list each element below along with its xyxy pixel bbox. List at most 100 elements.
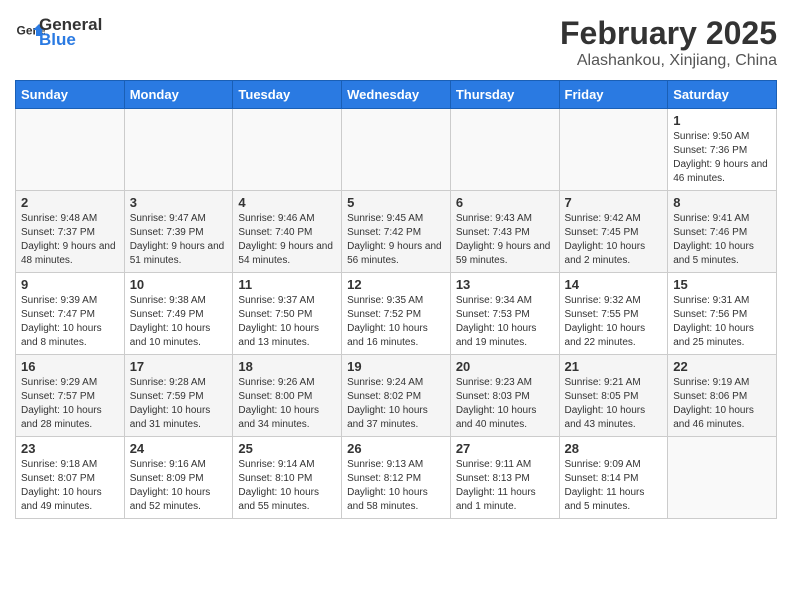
day-info: Sunrise: 9:46 AM Sunset: 7:40 PM Dayligh… bbox=[238, 212, 336, 268]
page-header: General General Blue February 2025 Alash… bbox=[15, 15, 777, 70]
calendar-day: 27 Sunrise: 9:11 AM Sunset: 8:13 PM Dayli… bbox=[450, 437, 559, 519]
day-info: Sunrise: 9:48 AM Sunset: 7:37 PM Dayligh… bbox=[21, 212, 119, 268]
day-number: 23 bbox=[21, 441, 119, 456]
logo: General General Blue bbox=[15, 15, 102, 50]
calendar-day: 6 Sunrise: 9:43 AM Sunset: 7:43 PM Daylig… bbox=[450, 191, 559, 273]
day-number: 24 bbox=[130, 441, 228, 456]
calendar-day: 26 Sunrise: 9:13 AM Sunset: 8:12 PM Dayli… bbox=[342, 437, 451, 519]
calendar-day: 16 Sunrise: 9:29 AM Sunset: 7:57 PM Dayli… bbox=[16, 355, 125, 437]
calendar-day: 8 Sunrise: 9:41 AM Sunset: 7:46 PM Daylig… bbox=[668, 191, 777, 273]
day-info: Sunrise: 9:47 AM Sunset: 7:39 PM Dayligh… bbox=[130, 212, 228, 268]
day-number: 12 bbox=[347, 277, 445, 292]
calendar-week-1: 1 Sunrise: 9:50 AM Sunset: 7:36 PM Daylig… bbox=[16, 109, 777, 191]
calendar-day: 13Sunrise: 9:34 AM Sunset: 7:53 PM Dayli… bbox=[450, 273, 559, 355]
day-number: 2 bbox=[21, 195, 119, 210]
day-number: 20 bbox=[456, 359, 554, 374]
calendar-day: 1 Sunrise: 9:50 AM Sunset: 7:36 PM Daylig… bbox=[668, 109, 777, 191]
calendar-day: 21 Sunrise: 9:21 AM Sunset: 8:05 PM Dayli… bbox=[559, 355, 668, 437]
day-number: 9 bbox=[21, 277, 119, 292]
calendar-day: 28Sunrise: 9:09 AM Sunset: 8:14 PM Dayli… bbox=[559, 437, 668, 519]
calendar-day: 14 Sunrise: 9:32 AM Sunset: 7:55 PM Dayli… bbox=[559, 273, 668, 355]
calendar-day: 2 Sunrise: 9:48 AM Sunset: 7:37 PM Daylig… bbox=[16, 191, 125, 273]
day-info: Sunrise: 9:19 AM Sunset: 8:06 PM Dayligh… bbox=[673, 376, 771, 432]
day-info: Sunrise: 9:39 AM Sunset: 7:47 PM Dayligh… bbox=[21, 294, 119, 350]
calendar-week-5: 23 Sunrise: 9:18 AM Sunset: 8:07 PM Dayli… bbox=[16, 437, 777, 519]
day-info: Sunrise: 9:23 AM Sunset: 8:03 PM Dayligh… bbox=[456, 376, 554, 432]
day-number: 11 bbox=[238, 277, 336, 292]
calendar-day: 3 Sunrise: 9:47 AM Sunset: 7:39 PM Daylig… bbox=[124, 191, 233, 273]
calendar-day bbox=[342, 109, 451, 191]
calendar-day: 17 Sunrise: 9:28 AM Sunset: 7:59 PM Dayli… bbox=[124, 355, 233, 437]
day-info: Sunrise: 9:24 AM Sunset: 8:02 PM Dayligh… bbox=[347, 376, 445, 432]
calendar-day: 18 Sunrise: 9:26 AM Sunset: 8:00 PM Dayli… bbox=[233, 355, 342, 437]
day-info: Sunrise: 9:16 AM Sunset: 8:09 PM Dayligh… bbox=[130, 458, 228, 514]
calendar-day: 24 Sunrise: 9:16 AM Sunset: 8:09 PM Dayli… bbox=[124, 437, 233, 519]
day-number: 22 bbox=[673, 359, 771, 374]
calendar-day bbox=[124, 109, 233, 191]
calendar-day bbox=[450, 109, 559, 191]
day-number: 27 bbox=[456, 441, 554, 456]
weekday-header-row: SundayMondayTuesdayWednesdayThursdayFrid… bbox=[16, 81, 777, 109]
day-number: 3 bbox=[130, 195, 228, 210]
calendar-day bbox=[233, 109, 342, 191]
day-number: 18 bbox=[238, 359, 336, 374]
calendar-table: SundayMondayTuesdayWednesdayThursdayFrid… bbox=[15, 80, 777, 519]
day-info: Sunrise: 9:31 AM Sunset: 7:56 PM Dayligh… bbox=[673, 294, 771, 350]
day-info: Sunrise: 9:11 AM Sunset: 8:13 PM Dayligh… bbox=[456, 458, 554, 514]
day-number: 25 bbox=[238, 441, 336, 456]
calendar-day: 15 Sunrise: 9:31 AM Sunset: 7:56 PM Dayli… bbox=[668, 273, 777, 355]
day-info: Sunrise: 9:26 AM Sunset: 8:00 PM Dayligh… bbox=[238, 376, 336, 432]
logo-blue: Blue bbox=[39, 30, 102, 50]
calendar-day: 19 Sunrise: 9:24 AM Sunset: 8:02 PM Dayli… bbox=[342, 355, 451, 437]
day-info: Sunrise: 9:13 AM Sunset: 8:12 PM Dayligh… bbox=[347, 458, 445, 514]
day-number: 10 bbox=[130, 277, 228, 292]
calendar-day: 23 Sunrise: 9:18 AM Sunset: 8:07 PM Dayli… bbox=[16, 437, 125, 519]
day-info: Sunrise: 9:43 AM Sunset: 7:43 PM Dayligh… bbox=[456, 212, 554, 268]
day-number: 19 bbox=[347, 359, 445, 374]
day-info: Sunrise: 9:45 AM Sunset: 7:42 PM Dayligh… bbox=[347, 212, 445, 268]
day-number: 26 bbox=[347, 441, 445, 456]
month-year: February 2025 bbox=[560, 15, 777, 52]
calendar-week-4: 16 Sunrise: 9:29 AM Sunset: 7:57 PM Dayli… bbox=[16, 355, 777, 437]
day-number: 16 bbox=[21, 359, 119, 374]
weekday-header-sunday: Sunday bbox=[16, 81, 125, 109]
day-number: 14 bbox=[565, 277, 663, 292]
calendar-day: 20 Sunrise: 9:23 AM Sunset: 8:03 PM Dayli… bbox=[450, 355, 559, 437]
calendar-day: 10 Sunrise: 9:38 AM Sunset: 7:49 PM Dayli… bbox=[124, 273, 233, 355]
title-area: February 2025 Alashankou, Xinjiang, Chin… bbox=[560, 15, 777, 70]
weekday-header-monday: Monday bbox=[124, 81, 233, 109]
day-number: 13 bbox=[456, 277, 554, 292]
calendar-day bbox=[16, 109, 125, 191]
calendar-day bbox=[668, 437, 777, 519]
day-info: Sunrise: 9:41 AM Sunset: 7:46 PM Dayligh… bbox=[673, 212, 771, 268]
day-number: 17 bbox=[130, 359, 228, 374]
day-info: Sunrise: 9:28 AM Sunset: 7:59 PM Dayligh… bbox=[130, 376, 228, 432]
day-info: Sunrise: 9:42 AM Sunset: 7:45 PM Dayligh… bbox=[565, 212, 663, 268]
day-number: 7 bbox=[565, 195, 663, 210]
day-info: Sunrise: 9:50 AM Sunset: 7:36 PM Dayligh… bbox=[673, 130, 771, 186]
weekday-header-friday: Friday bbox=[559, 81, 668, 109]
day-info: Sunrise: 9:38 AM Sunset: 7:49 PM Dayligh… bbox=[130, 294, 228, 350]
weekday-header-thursday: Thursday bbox=[450, 81, 559, 109]
day-number: 5 bbox=[347, 195, 445, 210]
day-info: Sunrise: 9:09 AM Sunset: 8:14 PM Dayligh… bbox=[565, 458, 663, 514]
calendar-day: 12 Sunrise: 9:35 AM Sunset: 7:52 PM Dayli… bbox=[342, 273, 451, 355]
day-info: Sunrise: 9:32 AM Sunset: 7:55 PM Dayligh… bbox=[565, 294, 663, 350]
day-number: 8 bbox=[673, 195, 771, 210]
day-info: Sunrise: 9:35 AM Sunset: 7:52 PM Dayligh… bbox=[347, 294, 445, 350]
day-number: 6 bbox=[456, 195, 554, 210]
calendar-day: 9 Sunrise: 9:39 AM Sunset: 7:47 PM Daylig… bbox=[16, 273, 125, 355]
day-number: 21 bbox=[565, 359, 663, 374]
calendar-week-3: 9 Sunrise: 9:39 AM Sunset: 7:47 PM Daylig… bbox=[16, 273, 777, 355]
day-info: Sunrise: 9:29 AM Sunset: 7:57 PM Dayligh… bbox=[21, 376, 119, 432]
weekday-header-tuesday: Tuesday bbox=[233, 81, 342, 109]
day-info: Sunrise: 9:21 AM Sunset: 8:05 PM Dayligh… bbox=[565, 376, 663, 432]
day-number: 15 bbox=[673, 277, 771, 292]
day-number: 4 bbox=[238, 195, 336, 210]
day-info: Sunrise: 9:18 AM Sunset: 8:07 PM Dayligh… bbox=[21, 458, 119, 514]
calendar-week-2: 2 Sunrise: 9:48 AM Sunset: 7:37 PM Daylig… bbox=[16, 191, 777, 273]
day-number: 1 bbox=[673, 113, 771, 128]
calendar-day: 5 Sunrise: 9:45 AM Sunset: 7:42 PM Daylig… bbox=[342, 191, 451, 273]
location: Alashankou, Xinjiang, China bbox=[560, 52, 777, 70]
calendar-day: 7 Sunrise: 9:42 AM Sunset: 7:45 PM Daylig… bbox=[559, 191, 668, 273]
